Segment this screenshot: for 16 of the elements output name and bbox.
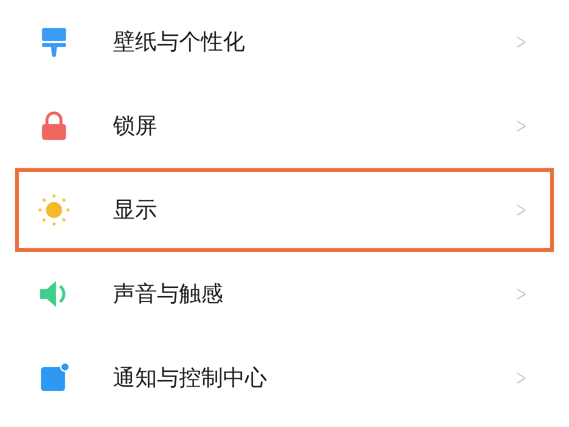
settings-label: 声音与触感 — [113, 281, 224, 309]
chevron-icon: > — [515, 198, 526, 222]
settings-label: 壁纸与个性化 — [113, 29, 246, 57]
settings-row[interactable]: 锁屏 > — [15, 84, 554, 168]
chevron-icon: > — [515, 282, 526, 306]
settings-row[interactable]: 声音与触感 > — [15, 252, 554, 336]
chevron-icon: > — [515, 114, 526, 138]
settings-label: 通知与控制中心 — [113, 365, 268, 393]
settings-label: 显示 — [113, 197, 158, 225]
settings-label: 锁屏 — [113, 113, 158, 141]
chevron-icon: > — [515, 366, 526, 390]
settings-row[interactable]: 通知与控制中心 > — [15, 336, 554, 420]
chevron-icon: > — [515, 30, 526, 54]
sun-icon — [37, 193, 71, 227]
highlighted-settings-row[interactable]: 显示 > — [15, 168, 554, 252]
settings-row[interactable]: 壁纸与个性化 > — [15, 0, 554, 84]
